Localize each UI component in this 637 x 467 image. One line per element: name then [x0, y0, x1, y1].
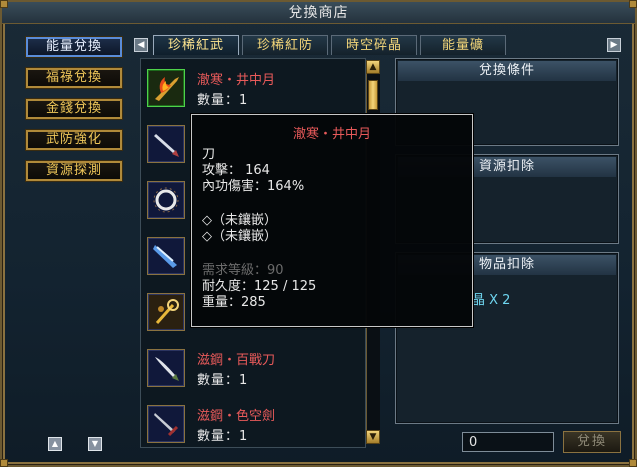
frame-corner-ornament [629, 0, 637, 8]
broadsword-icon [155, 357, 179, 381]
item-deduction-value: 晶 X 2 [472, 293, 511, 308]
page-down-button[interactable]: ▼ [88, 437, 102, 451]
nav-energy-exchange[interactable]: 能量兌換 [26, 37, 122, 57]
scroll-down-button[interactable]: ▼ [366, 430, 380, 444]
tab-rare-red-weapon[interactable]: 珍稀紅武 [153, 35, 239, 55]
quantity-input[interactable] [462, 432, 554, 452]
nav-weapon-armor-enhance[interactable]: 武防強化 [26, 130, 122, 150]
tab-spacetime-shard[interactable]: 時空碎晶 [331, 35, 417, 55]
scroll-up-button[interactable]: ▲ [366, 60, 380, 74]
tooltip-socket-2: ◇（未鑲嵌） [202, 229, 277, 244]
list-item[interactable]: 滋鋼・色空劍 數量：1 [141, 399, 367, 455]
item-slot[interactable] [147, 405, 185, 443]
exchange-conditions-title: 兌換條件 [398, 61, 616, 81]
flame-blade-icon [155, 77, 179, 101]
tab-scroll-right-button[interactable]: ▶ [607, 38, 621, 52]
nav-resource-detect[interactable]: 資源探測 [26, 161, 122, 181]
item-slot[interactable] [147, 125, 185, 163]
tooltip-inner-damage: 內功傷害：164% [202, 179, 305, 194]
frame-corner-ornament [629, 459, 637, 467]
tab-energy-ore[interactable]: 能量礦 [420, 35, 506, 55]
tooltip-item-name: 澈寒・井中月 [292, 127, 371, 142]
spiked-ring-icon [153, 187, 179, 213]
item-slot[interactable] [147, 237, 185, 275]
tab-scroll-left-button[interactable]: ◀ [134, 38, 148, 52]
list-item[interactable]: 滋鋼・百戰刀 數量：1 [141, 343, 367, 399]
list-item[interactable]: 澈寒・井中月 數量：1 [141, 63, 367, 119]
sword-icon [154, 134, 179, 157]
tab-rare-red-armor[interactable]: 珍稀紅防 [242, 35, 328, 55]
item-name: 滋鋼・色空劍 [197, 409, 276, 424]
item-slot[interactable] [147, 181, 185, 219]
tooltip-weight: 重量：285 [202, 295, 266, 310]
golden-staff-icon [155, 299, 179, 324]
item-slot[interactable] [147, 293, 185, 331]
longsword-icon [154, 413, 179, 437]
page-up-button[interactable]: ▲ [48, 437, 62, 451]
item-quantity: 數量：1 [197, 429, 249, 444]
ice-blade-icon [153, 245, 177, 268]
item-name: 澈寒・井中月 [197, 73, 276, 88]
exchange-button[interactable]: 兌換 [563, 431, 621, 453]
item-quantity: 數量：1 [197, 93, 249, 108]
item-quantity: 數量：1 [197, 373, 249, 388]
nav-money-exchange[interactable]: 金錢兌換 [26, 99, 122, 119]
frame-corner-ornament [0, 0, 8, 8]
item-slot[interactable] [147, 349, 185, 387]
scroll-thumb[interactable] [368, 80, 378, 110]
item-name: 滋鋼・百戰刀 [197, 353, 276, 368]
item-tooltip: 澈寒・井中月 刀 攻擊： 164 內功傷害：164% ◇（未鑲嵌） ◇（未鑲嵌）… [191, 114, 473, 327]
window-title: 兌換商店 [2, 2, 635, 24]
frame-corner-ornament [0, 459, 8, 467]
item-slot[interactable] [147, 69, 185, 107]
nav-fortune-exchange[interactable]: 福祿兌換 [26, 68, 122, 88]
